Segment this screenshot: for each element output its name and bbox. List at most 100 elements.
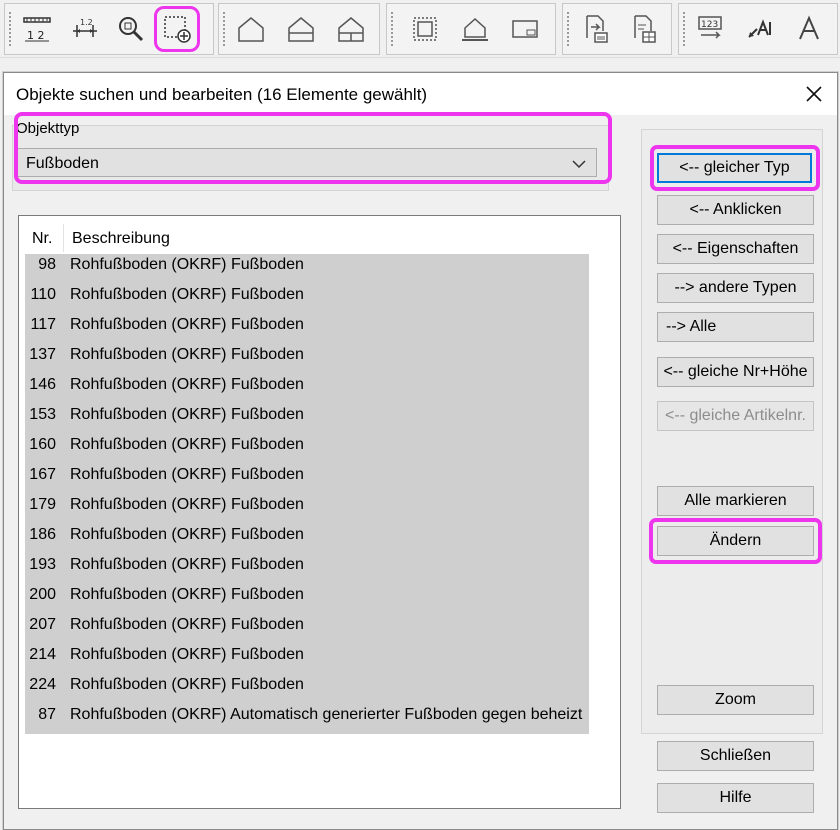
list-rows: 98 Rohfußboden (OKRF) Fußboden 110 Rohfußbo… [25, 254, 589, 734]
toolbar-group-4 [562, 3, 672, 55]
toolbar-grip[interactable] [223, 12, 227, 46]
row-description: Rohfußboden (OKRF) Fußboden [70, 616, 304, 633]
table-row[interactable]: 87 Rohfußboden (OKRF) Automatisch generie… [25, 700, 589, 730]
row-nr: 137 [29, 346, 56, 363]
row-nr: 146 [29, 376, 56, 393]
row-description: Rohfußboden (OKRF) Fußboden [70, 496, 304, 513]
toolbar-group-1: 1 2 1.2 [4, 3, 214, 55]
zoom-find-icon[interactable] [111, 9, 151, 49]
close-button[interactable]: Schließen [657, 741, 814, 771]
row-description: Rohfußboden (OKRF) Fußboden [70, 556, 304, 573]
row-nr: 167 [29, 466, 56, 483]
document-export-icon[interactable] [575, 9, 615, 49]
row-nr: 214 [29, 646, 56, 663]
row-nr: 160 [29, 436, 56, 453]
row-description: Rohfußboden (OKRF) Fußboden [70, 526, 304, 543]
mark-all-button[interactable]: Alle markieren [657, 486, 814, 516]
table-row[interactable]: 146 Rohfußboden (OKRF) Fußboden [25, 370, 589, 400]
house-base-icon[interactable] [455, 9, 495, 49]
window-icon[interactable] [505, 9, 545, 49]
table-row[interactable]: 224 Rohfußboden (OKRF) Fußboden [25, 670, 589, 700]
row-description: Rohfußboden (OKRF) Fußboden [70, 286, 304, 303]
row-nr: 186 [29, 526, 56, 543]
row-description: Rohfußboden (OKRF) Fußboden [70, 256, 304, 273]
toolbar: 1 2 1.2 123 [0, 0, 840, 58]
column-separator[interactable] [63, 224, 64, 252]
toolbar-grip[interactable] [9, 12, 13, 46]
select-add-icon[interactable] [154, 6, 200, 52]
table-row[interactable]: 193 Rohfußboden (OKRF) Fußboden [25, 550, 589, 580]
row-nr: 110 [30, 286, 56, 303]
row-description: Rohfußboden (OKRF) Fußboden [70, 646, 304, 663]
zoom-button[interactable]: Zoom [657, 685, 814, 715]
chevron-down-icon [572, 149, 588, 178]
click-button[interactable]: <-- Anklicken [657, 195, 814, 225]
objects-list[interactable]: Nr. Beschreibung 98 Rohfußboden (OKRF) Fu… [18, 215, 621, 809]
column-header-nr[interactable]: Nr. [32, 230, 52, 248]
wall-frame-icon[interactable] [405, 9, 445, 49]
dimension-chain-icon[interactable]: 1.2 [65, 9, 105, 49]
table-row[interactable]: 98 Rohfußboden (OKRF) Fußboden [25, 250, 589, 280]
help-button[interactable]: Hilfe [657, 783, 814, 813]
dialog-title: Objekte suchen und bearbeiten (16 Elemen… [16, 85, 428, 104]
row-description: Rohfußboden (OKRF) Fußboden [70, 676, 304, 693]
row-description: Rohfußboden (OKRF) Fußboden [70, 346, 304, 363]
table-row[interactable]: 137 Rohfußboden (OKRF) Fußboden [25, 340, 589, 370]
toolbar-grip[interactable] [683, 12, 687, 46]
row-description: Rohfußboden (OKRF) Fußboden [70, 436, 304, 453]
dimension-12-icon[interactable]: 1 2 [17, 9, 57, 49]
row-description: Rohfußboden (OKRF) Fußboden [70, 466, 304, 483]
column-header-description[interactable]: Beschreibung [72, 230, 170, 248]
document-grid-icon[interactable] [623, 9, 663, 49]
row-description: Rohfußboden (OKRF) Fußboden [70, 586, 304, 603]
svg-text:1.2: 1.2 [80, 18, 93, 27]
row-nr: 98 [38, 256, 56, 273]
svg-text:123: 123 [701, 20, 718, 30]
table-row[interactable]: 214 Rohfußboden (OKRF) Fußboden [25, 640, 589, 670]
same-article-button[interactable]: <-- gleiche Artikelnr. [657, 401, 814, 431]
table-row[interactable]: 200 Rohfußboden (OKRF) Fußboden [25, 580, 589, 610]
object-type-value: Fußboden [26, 155, 99, 172]
object-type-label: Objekttyp [16, 120, 80, 137]
row-nr: 200 [29, 586, 56, 603]
text-icon[interactable] [789, 9, 829, 49]
row-description: Rohfußboden (OKRF) Fußboden [70, 316, 304, 333]
same-type-button[interactable]: <-- gleicher Typ [657, 153, 812, 183]
toolbar-group-3 [386, 3, 556, 55]
table-row[interactable]: 207 Rohfußboden (OKRF) Fußboden [25, 610, 589, 640]
row-nr: 207 [29, 616, 56, 633]
toolbar-grip[interactable] [567, 12, 571, 46]
all-button[interactable]: --> Alle [657, 312, 814, 342]
properties-button[interactable]: <-- Eigenschaften [657, 234, 814, 264]
house-floor-icon[interactable] [281, 9, 321, 49]
row-nr: 224 [29, 676, 56, 693]
table-row[interactable]: 160 Rohfußboden (OKRF) Fußboden [25, 430, 589, 460]
table-row[interactable]: 110 Rohfußboden (OKRF) Fußboden [25, 280, 589, 310]
table-row[interactable]: 179 Rohfußboden (OKRF) Fußboden [25, 490, 589, 520]
row-nr: 87 [38, 706, 56, 723]
same-nr-height-button[interactable]: <-- gleiche Nr+Höhe [657, 357, 814, 387]
table-row[interactable]: 153 Rohfußboden (OKRF) Fußboden [25, 400, 589, 430]
row-description: Rohfußboden (OKRF) Fußboden [70, 376, 304, 393]
toolbar-group-2 [218, 3, 380, 55]
numbering-icon[interactable]: 123 [691, 9, 731, 49]
house-room-icon[interactable] [331, 9, 371, 49]
other-types-button[interactable]: --> andere Typen [657, 273, 814, 303]
toolbar-grip[interactable] [391, 12, 395, 46]
row-nr: 193 [29, 556, 56, 573]
close-icon[interactable] [799, 79, 829, 109]
table-row[interactable]: 186 Rohfußboden (OKRF) Fußboden [25, 520, 589, 550]
dialog-titlebar: Objekte suchen und bearbeiten (16 Elemen… [4, 73, 837, 115]
svg-text:1 2: 1 2 [27, 29, 45, 42]
table-row[interactable]: 117 Rohfußboden (OKRF) Fußboden [25, 310, 589, 340]
row-nr: 179 [29, 496, 56, 513]
label-arrow-icon[interactable] [741, 9, 781, 49]
row-description: Rohfußboden (OKRF) Fußboden [70, 406, 304, 423]
house-outline-icon[interactable] [231, 9, 271, 49]
table-row[interactable]: 167 Rohfußboden (OKRF) Fußboden [25, 460, 589, 490]
object-type-select[interactable]: Fußboden [17, 148, 597, 177]
find-edit-dialog: Objekte suchen und bearbeiten (16 Elemen… [3, 72, 838, 830]
row-nr: 153 [29, 406, 56, 423]
toolbar-group-5: 123 [678, 3, 838, 55]
change-button[interactable]: Ändern [657, 526, 814, 556]
